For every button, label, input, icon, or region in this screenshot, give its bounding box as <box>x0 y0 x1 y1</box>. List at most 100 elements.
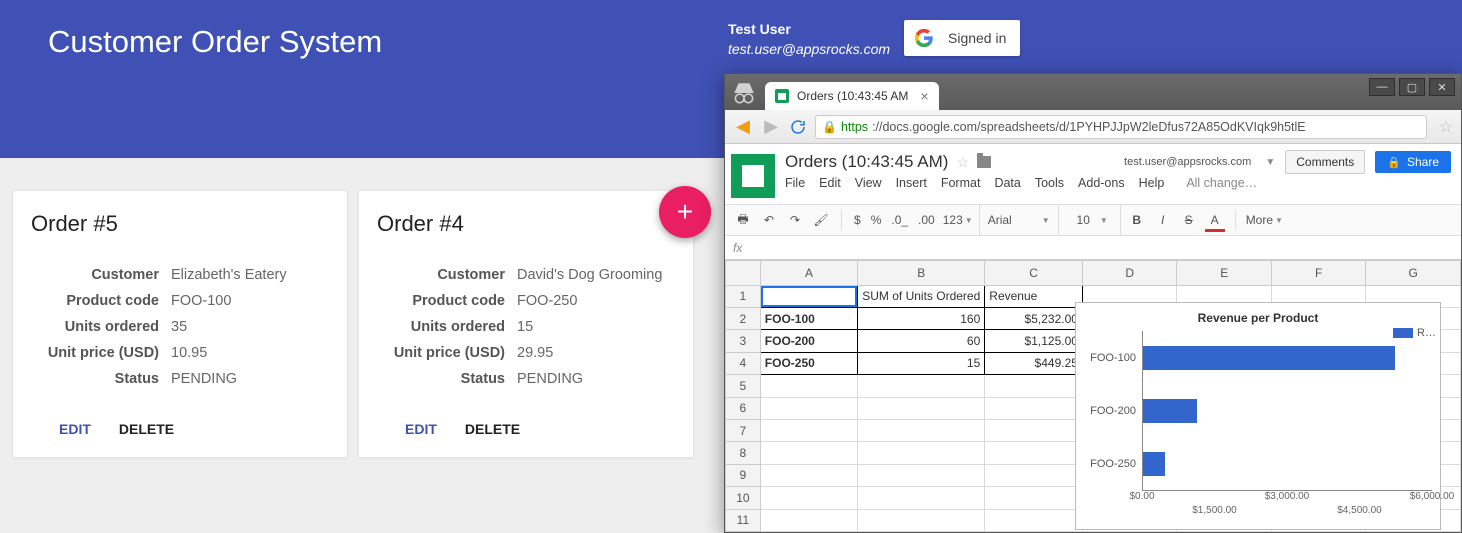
cell[interactable]: 15 <box>858 352 985 374</box>
changes-saved[interactable]: All change… <box>1186 176 1257 190</box>
undo-icon[interactable]: ↶ <box>759 210 779 230</box>
cell[interactable] <box>760 442 857 464</box>
cell[interactable] <box>858 375 985 397</box>
window-close-button[interactable]: ✕ <box>1429 78 1455 96</box>
more-toolbar-button[interactable]: More▼ <box>1246 213 1283 227</box>
text-color-button[interactable]: A <box>1205 210 1225 230</box>
cell[interactable] <box>760 397 857 419</box>
menu-addons[interactable]: Add-ons <box>1078 176 1125 190</box>
row-header[interactable]: 11 <box>726 509 761 531</box>
col-header[interactable]: C <box>985 261 1083 286</box>
cell[interactable] <box>760 419 857 441</box>
cell[interactable]: $1,125.00 <box>985 330 1083 352</box>
cell[interactable]: 60 <box>858 330 985 352</box>
bookmark-star-icon[interactable]: ☆ <box>1439 117 1453 137</box>
cell[interactable]: 160 <box>858 308 985 330</box>
cell[interactable] <box>985 375 1083 397</box>
italic-button[interactable]: I <box>1153 210 1173 230</box>
address-bar[interactable]: 🔒 https://docs.google.com/spreadsheets/d… <box>815 115 1427 139</box>
bold-button[interactable]: B <box>1127 210 1147 230</box>
tab-close-icon[interactable]: × <box>920 88 928 104</box>
cell[interactable]: FOO-250 <box>760 352 857 374</box>
format-currency-button[interactable]: $ <box>852 213 863 227</box>
menu-tools[interactable]: Tools <box>1035 176 1064 190</box>
cell[interactable] <box>760 487 857 509</box>
row-header[interactable]: 4 <box>726 352 761 374</box>
font-family-dropdown[interactable]: Arial▼ <box>979 205 1059 235</box>
col-header[interactable]: E <box>1177 261 1271 286</box>
cell[interactable]: FOO-100 <box>760 308 857 330</box>
row-header[interactable]: 9 <box>726 464 761 486</box>
col-header[interactable]: D <box>1082 261 1177 286</box>
formula-bar[interactable]: fx <box>725 236 1461 260</box>
cell[interactable] <box>858 509 985 531</box>
row-header[interactable]: 1 <box>726 285 761 307</box>
increase-decimal-button[interactable]: .00 <box>916 213 937 227</box>
signed-in-badge[interactable]: Signed in <box>904 20 1020 56</box>
cell[interactable] <box>760 509 857 531</box>
browser-tab[interactable]: Orders (10:43:45 AM × <box>765 82 939 110</box>
doc-star-icon[interactable]: ☆ <box>956 154 969 171</box>
account-menu-icon[interactable]: ▼ <box>1265 157 1275 168</box>
menu-view[interactable]: View <box>855 176 882 190</box>
cell[interactable] <box>985 464 1083 486</box>
cell[interactable] <box>985 509 1083 531</box>
comments-button[interactable]: Comments <box>1285 150 1365 174</box>
row-header[interactable]: 8 <box>726 442 761 464</box>
share-button[interactable]: 🔒Share <box>1375 151 1451 173</box>
cell[interactable]: $5,232.00 <box>985 308 1083 330</box>
col-header[interactable]: B <box>858 261 985 286</box>
nav-forward-button[interactable]: ▶ <box>761 117 781 137</box>
revenue-chart[interactable]: Revenue per Product R… FOO-100 FOO-200 F… <box>1075 302 1441 530</box>
font-size-dropdown[interactable]: 10▼ <box>1065 205 1121 235</box>
menu-edit[interactable]: Edit <box>819 176 841 190</box>
cell[interactable] <box>760 375 857 397</box>
redo-icon[interactable]: ↷ <box>785 210 805 230</box>
cell[interactable]: SUM of Units Ordered <box>858 285 985 307</box>
doc-title[interactable]: Orders (10:43:45 AM) <box>785 152 948 172</box>
decrease-decimal-button[interactable]: .0_ <box>889 213 910 227</box>
row-header[interactable]: 10 <box>726 487 761 509</box>
cell[interactable] <box>858 442 985 464</box>
window-minimize-button[interactable]: — <box>1369 78 1395 96</box>
format-percent-button[interactable]: % <box>869 213 884 227</box>
cell[interactable]: $449.25 <box>985 352 1083 374</box>
nav-back-button[interactable]: ◀ <box>733 117 753 137</box>
menu-file[interactable]: File <box>785 176 805 190</box>
select-all-cell[interactable] <box>726 261 761 286</box>
number-format-dropdown[interactable]: 123▼ <box>943 213 973 227</box>
row-header[interactable]: 6 <box>726 397 761 419</box>
window-maximize-button[interactable]: ▢ <box>1399 78 1425 96</box>
cell[interactable] <box>985 442 1083 464</box>
col-header[interactable]: A <box>760 261 857 286</box>
cell[interactable] <box>760 285 857 307</box>
col-header[interactable]: G <box>1366 261 1461 286</box>
col-header[interactable]: F <box>1271 261 1365 286</box>
menu-format[interactable]: Format <box>941 176 981 190</box>
strikethrough-button[interactable]: S <box>1179 210 1199 230</box>
cell[interactable] <box>760 464 857 486</box>
cell[interactable] <box>985 419 1083 441</box>
edit-button[interactable]: EDIT <box>59 421 91 437</box>
cell[interactable] <box>858 419 985 441</box>
menu-data[interactable]: Data <box>994 176 1020 190</box>
cell[interactable] <box>858 464 985 486</box>
account-email[interactable]: test.user@appsrocks.com <box>1124 156 1251 168</box>
cell[interactable]: Revenue <box>985 285 1083 307</box>
cell[interactable] <box>858 487 985 509</box>
reload-icon[interactable] <box>789 118 807 136</box>
print-icon[interactable]: 🖶 <box>733 210 753 230</box>
cell[interactable] <box>858 397 985 419</box>
delete-button[interactable]: DELETE <box>119 421 174 437</box>
row-header[interactable]: 5 <box>726 375 761 397</box>
row-header[interactable]: 7 <box>726 419 761 441</box>
add-order-fab[interactable]: + <box>659 186 711 238</box>
cell[interactable] <box>985 397 1083 419</box>
cell[interactable] <box>985 487 1083 509</box>
cell[interactable]: FOO-200 <box>760 330 857 352</box>
edit-button[interactable]: EDIT <box>405 421 437 437</box>
delete-button[interactable]: DELETE <box>465 421 520 437</box>
row-header[interactable]: 2 <box>726 308 761 330</box>
doc-folder-icon[interactable] <box>977 156 991 168</box>
paint-format-icon[interactable]: 🖌 <box>811 210 831 230</box>
